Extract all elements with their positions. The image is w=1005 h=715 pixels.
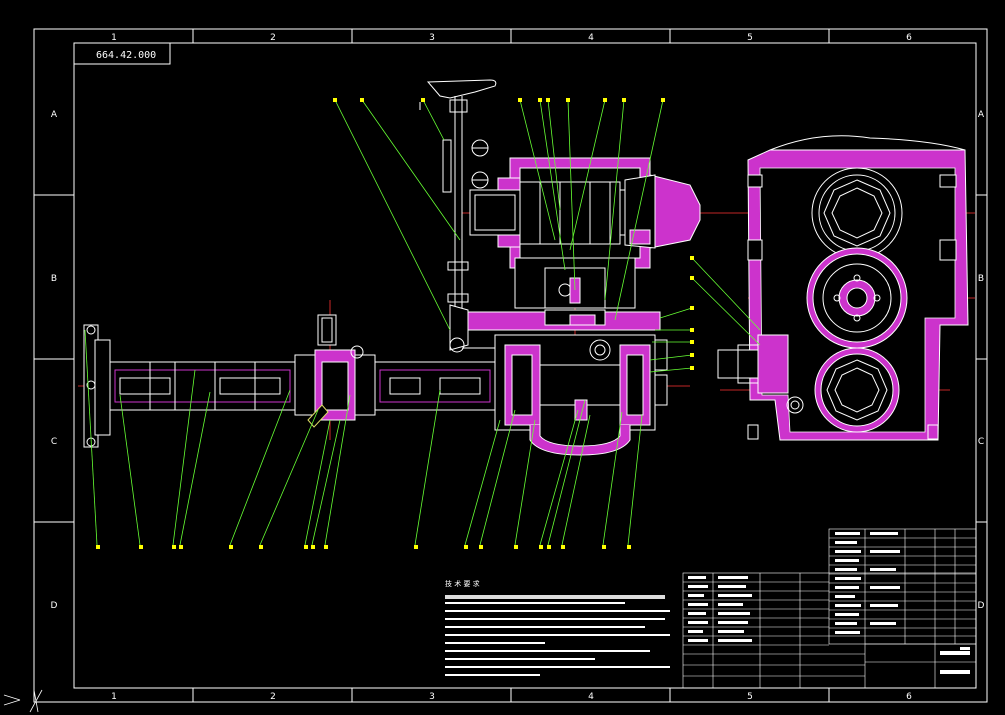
drawing-number: 664.42.000	[96, 50, 156, 61]
col-label: 4	[588, 33, 594, 43]
row-label: A	[978, 110, 985, 120]
row-label: D	[51, 601, 58, 611]
col-label: 5	[747, 33, 753, 43]
col-label: 6	[906, 692, 912, 702]
row-label: D	[978, 601, 985, 611]
col-label: 2	[270, 33, 276, 43]
col-label: 6	[906, 33, 912, 43]
col-label: 3	[429, 33, 435, 43]
col-label: 4	[588, 692, 594, 702]
row-label: B	[51, 274, 57, 284]
cad-drawing-canvas: 1 2 3 4 5 6 1 2 3 4 5 6 A B C D A B C D …	[0, 0, 1005, 715]
col-label: 2	[270, 692, 276, 702]
notes-heading: 技 术 要 求	[445, 579, 480, 588]
row-label: C	[978, 437, 984, 447]
row-label: C	[51, 437, 57, 447]
gearbox-side-view	[717, 135, 969, 441]
col-label: 1	[111, 692, 117, 702]
col-label: 3	[429, 692, 435, 702]
row-label: A	[51, 110, 58, 120]
col-label: 5	[747, 692, 753, 702]
col-label: 1	[111, 33, 117, 43]
row-label: B	[978, 274, 984, 284]
